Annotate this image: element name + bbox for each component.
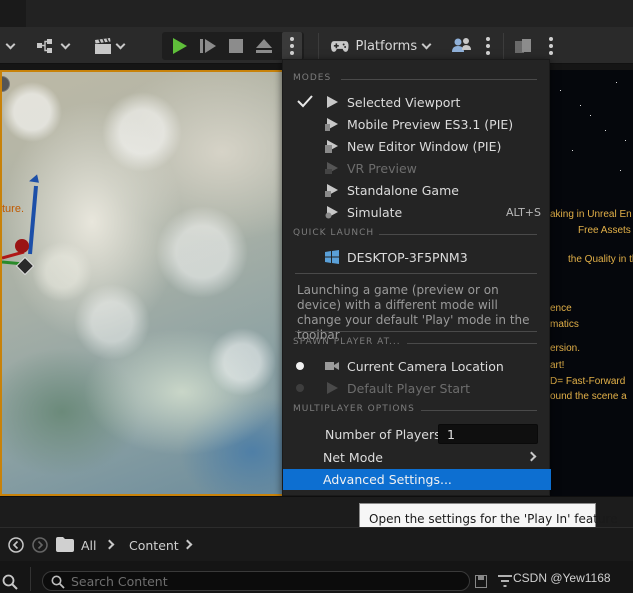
panel-text-line: ersion. [550, 343, 581, 354]
transform-gizmo-icon[interactable] [2, 172, 62, 282]
mode-item-mobile-preview[interactable]: Mobile Preview ES3.1 (PIE) [283, 113, 551, 135]
net-mode-menu-item[interactable]: Net Mode [323, 450, 383, 465]
more-options-icon [549, 37, 553, 55]
blueprint-button[interactable] [32, 33, 72, 59]
mobile-preview-icon [325, 118, 338, 131]
mode-item-selected-viewport[interactable]: Selected Viewport [283, 91, 551, 113]
folder-icon [56, 537, 74, 552]
shortcut-label: ALT+S [505, 205, 541, 219]
panel-text-line: the Quality in the [568, 254, 633, 265]
new-window-icon [325, 140, 338, 153]
settings-options-button[interactable] [545, 33, 557, 59]
vr-icon [325, 162, 338, 174]
advance-frame-icon [200, 39, 216, 53]
watermark-text: CSDN @Yew1168 [513, 571, 611, 585]
eject-icon [256, 39, 272, 53]
advance-frame-button[interactable] [197, 33, 219, 59]
panel-text-line: ence [550, 303, 572, 314]
chevron-down-icon [115, 39, 125, 49]
section-title-spawn: SPAWN PLAYER AT... [293, 337, 401, 347]
camera-icon [325, 362, 339, 370]
viewport-text: ture. [2, 203, 25, 215]
mode-item-standalone-game[interactable]: Standalone Game [283, 179, 551, 201]
title-strip [0, 0, 633, 27]
number-of-players-input[interactable] [438, 424, 538, 444]
simulate-icon [325, 206, 338, 219]
standalone-game-icon [325, 184, 338, 197]
panel-text-line: art! [550, 360, 565, 371]
stop-button[interactable] [226, 33, 246, 59]
chevron-down-icon [5, 39, 15, 49]
play-options-button[interactable] [282, 32, 302, 60]
checkmark-icon [297, 95, 313, 108]
chevron-down-icon [60, 39, 70, 49]
chevron-down-icon [421, 39, 432, 49]
spawn-current-camera-radio[interactable]: Current Camera Location [283, 355, 551, 377]
spawn-default-player-start-radio: Default Player Start [283, 377, 551, 399]
mode-item-vr-preview: VR Preview [283, 157, 551, 179]
quick-launch-device-item[interactable]: DESKTOP-3F5PNM3 [283, 246, 551, 268]
more-options-icon [290, 37, 294, 55]
mode-item-simulate[interactable]: Simulate ALT+S [283, 201, 551, 223]
multi-user-button[interactable] [449, 33, 475, 59]
multi-user-icon [452, 38, 471, 52]
save-search-icon[interactable] [475, 575, 487, 588]
play-icon [173, 38, 187, 54]
eject-button[interactable] [253, 33, 275, 59]
mode-info-text: Launching a game (preview or on device) … [297, 283, 530, 342]
mode-item-new-editor-window[interactable]: New Editor Window (PIE) [283, 135, 551, 157]
chevron-right-icon [526, 451, 537, 462]
player-start-icon [327, 382, 338, 394]
stop-icon [229, 39, 243, 53]
cinematics-button[interactable] [88, 33, 128, 59]
breadcrumb-all[interactable]: All [81, 538, 97, 553]
search-icon [51, 575, 65, 589]
radio-unselected-icon [296, 384, 304, 392]
chevron-right-icon [182, 539, 193, 550]
windows-icon [325, 250, 339, 264]
radio-selected-icon [296, 362, 304, 370]
left-dropdown-button[interactable] [2, 33, 18, 59]
clapperboard-icon [94, 38, 111, 54]
play-options-menu: MODES Selected Viewport Mobile Preview E… [282, 59, 551, 496]
right-viewport-panel: aking in Unreal En Free Assets on th the… [550, 70, 633, 496]
section-title-quick-launch: QUICK LAUNCH [293, 228, 375, 238]
panel-text-line: D= Fast-Forward [550, 376, 626, 387]
panel-text-line: ound the scene a [550, 391, 627, 402]
panel-text-line: aking in Unreal En [550, 209, 632, 220]
search-content-input[interactable] [71, 573, 451, 589]
play-button[interactable] [170, 33, 190, 59]
forward-arrow-icon[interactable] [32, 537, 48, 553]
source-control-button[interactable] [512, 33, 534, 59]
content-browser-nav: All Content [0, 527, 633, 561]
back-arrow-icon[interactable] [8, 537, 24, 553]
search-content-box[interactable] [42, 571, 470, 591]
search-icon[interactable] [2, 574, 18, 590]
gamepad-icon [330, 41, 349, 52]
platforms-button[interactable]: Platforms [330, 33, 432, 59]
level-viewport[interactable]: ture. [0, 70, 282, 496]
panel-text-line: Free Assets on th [578, 225, 633, 236]
panel-text-line: matics [550, 319, 579, 330]
advanced-settings-menu-item[interactable]: Advanced Settings... [283, 469, 551, 490]
more-options-icon [486, 37, 490, 55]
play-icon [327, 96, 338, 108]
number-of-players-label: Number of Players [325, 427, 441, 442]
platforms-label: Platforms [355, 38, 418, 54]
source-control-icon [515, 39, 531, 53]
blueprint-icon [36, 39, 52, 53]
filter-icon[interactable] [497, 574, 513, 588]
multi-user-options-button[interactable] [482, 33, 494, 59]
chevron-right-icon [104, 539, 115, 550]
section-title-modes: MODES [293, 73, 332, 83]
section-title-multiplayer: MULTIPLAYER OPTIONS [293, 404, 415, 414]
breadcrumb-content[interactable]: Content [129, 538, 179, 553]
